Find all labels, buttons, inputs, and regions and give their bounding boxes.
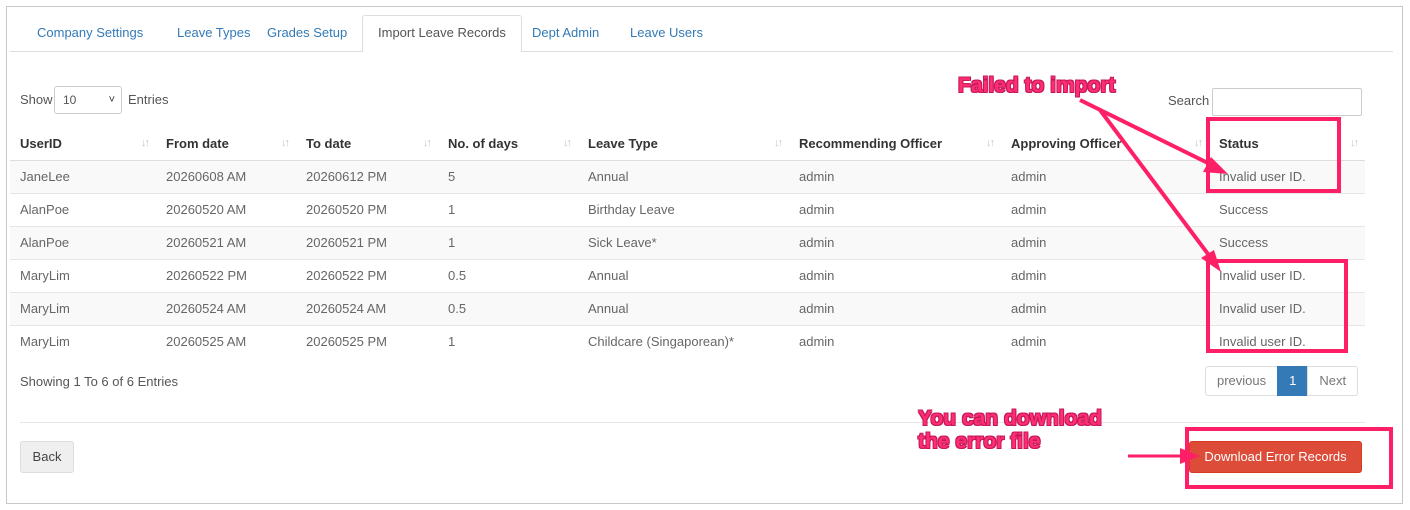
pagination-page-1[interactable]: 1 xyxy=(1277,366,1309,396)
col-header-from-date[interactable]: From date ↓↑ xyxy=(156,127,296,161)
cell-from-date: 20260524 AM xyxy=(156,291,296,325)
cell-leave-type: Sick Leave* xyxy=(578,225,789,259)
tab-leave-users[interactable]: Leave Users xyxy=(615,16,718,52)
pagination: previous 1 Next xyxy=(1205,366,1359,396)
tab-leave-types[interactable]: Leave Types xyxy=(162,16,265,52)
cell-approving: admin xyxy=(1001,324,1209,358)
col-header-leave-type[interactable]: Leave Type ↓↑ xyxy=(578,127,789,161)
sort-icon: ↓↑ xyxy=(141,137,150,149)
cell-leave-type: Childcare (Singaporean)* xyxy=(578,324,789,358)
cell-to-date: 20260520 PM xyxy=(296,192,438,226)
cell-from-date: 20260520 AM xyxy=(156,192,296,226)
import-results-panel: Show 10 ˅ Entries Search UserID ↓↑ From d… xyxy=(10,52,1393,492)
import-records-table: UserID ↓↑ From date ↓↑ To date ↓↑ No. of da… xyxy=(10,127,1365,358)
entries-label: Entries xyxy=(128,92,169,107)
sort-icon: ↓↑ xyxy=(986,137,995,149)
cell-userid: JaneLee xyxy=(10,159,156,193)
cell-approving: admin xyxy=(1001,258,1209,292)
back-button[interactable]: Back xyxy=(20,441,74,473)
table-row: JaneLee 20260608 AM 20260612 PM 5 Annual… xyxy=(10,159,1365,193)
cell-from-date: 20260525 AM xyxy=(156,324,296,358)
entries-value: 10 xyxy=(63,93,77,107)
sort-icon: ↓↑ xyxy=(774,137,783,149)
col-header-approving-officer[interactable]: Approving Officer ↓↑ xyxy=(1001,127,1209,161)
tab-import-leave-records[interactable]: Import Leave Records xyxy=(362,15,522,53)
cell-from-date: 20260522 PM xyxy=(156,258,296,292)
sort-icon: ↓↑ xyxy=(1350,137,1359,149)
search-input[interactable] xyxy=(1212,88,1362,116)
cell-leave-type: Birthday Leave xyxy=(578,192,789,226)
table-row: MaryLim 20260522 PM 20260522 PM 0.5 Annu… xyxy=(10,258,1365,292)
cell-leave-type: Annual xyxy=(578,291,789,325)
annotation-failed-to-import: Failed to import xyxy=(958,74,1116,97)
cell-approving: admin xyxy=(1001,225,1209,259)
col-header-to-date[interactable]: To date ↓↑ xyxy=(296,127,438,161)
tab-panel: Show 10 ˅ Entries Search UserID ↓↑ From d… xyxy=(10,52,1393,492)
cell-to-date: 20260612 PM xyxy=(296,159,438,193)
table-info: Showing 1 To 6 of 6 Entries xyxy=(20,374,179,389)
search-label: Search xyxy=(1168,93,1210,108)
annotation-download-line1: You can download xyxy=(918,407,1102,430)
cell-approving: admin xyxy=(1001,291,1209,325)
tab-dept-admin[interactable]: Dept Admin xyxy=(517,16,614,52)
cell-leave-type: Annual xyxy=(578,159,789,193)
cell-from-date: 20260521 AM xyxy=(156,225,296,259)
cell-userid: AlanPoe xyxy=(10,225,156,259)
table-row: AlanPoe 20260520 AM 20260520 PM 1 Birthd… xyxy=(10,192,1365,226)
divider xyxy=(20,422,1365,423)
cell-days: 1 xyxy=(438,225,578,259)
cell-userid: MaryLim xyxy=(10,324,156,358)
sort-icon: ↓↑ xyxy=(423,137,432,149)
entries-select[interactable]: 10 ˅ xyxy=(54,86,122,114)
col-header-recommending-officer[interactable]: Recommending Officer ↓↑ xyxy=(789,127,1001,161)
highlight-download-button xyxy=(1185,427,1393,489)
cell-leave-type: Annual xyxy=(578,258,789,292)
cell-recommending: admin xyxy=(789,324,1001,358)
cell-recommending: admin xyxy=(789,159,1001,193)
table-header-row: UserID ↓↑ From date ↓↑ To date ↓↑ No. of da… xyxy=(10,127,1365,161)
highlight-invalid-rows xyxy=(1206,259,1348,353)
table-row: MaryLim 20260524 AM 20260524 AM 0.5 Annu… xyxy=(10,291,1365,325)
cell-recommending: admin xyxy=(789,192,1001,226)
cell-to-date: 20260525 PM xyxy=(296,324,438,358)
sort-icon: ↓↑ xyxy=(563,137,572,149)
sort-icon: ↓↑ xyxy=(281,137,290,149)
highlight-status-header xyxy=(1206,117,1341,193)
table-row: AlanPoe 20260521 AM 20260521 PM 1 Sick L… xyxy=(10,225,1365,259)
pagination-next[interactable]: Next xyxy=(1307,366,1359,396)
table-row: MaryLim 20260525 AM 20260525 PM 1 Childc… xyxy=(10,324,1365,358)
cell-to-date: 20260521 PM xyxy=(296,225,438,259)
tab-grades-setup[interactable]: Grades Setup xyxy=(252,16,362,52)
cell-status: Success xyxy=(1209,192,1365,226)
cell-status: Success xyxy=(1209,225,1365,259)
cell-to-date: 20260522 PM xyxy=(296,258,438,292)
cell-userid: AlanPoe xyxy=(10,192,156,226)
cell-days: 0.5 xyxy=(438,291,578,325)
cell-approving: admin xyxy=(1001,192,1209,226)
col-header-userid[interactable]: UserID ↓↑ xyxy=(10,127,156,161)
settings-tabs: Company Settings Leave Types Grades Setu… xyxy=(10,10,1393,53)
cell-userid: MaryLim xyxy=(10,258,156,292)
cell-days: 1 xyxy=(438,192,578,226)
show-label: Show xyxy=(20,92,53,107)
cell-days: 1 xyxy=(438,324,578,358)
cell-recommending: admin xyxy=(789,291,1001,325)
cell-from-date: 20260608 AM xyxy=(156,159,296,193)
cell-days: 5 xyxy=(438,159,578,193)
sort-icon: ↓↑ xyxy=(1194,137,1203,149)
cell-days: 0.5 xyxy=(438,258,578,292)
chevron-down-icon: ˅ xyxy=(108,94,115,106)
col-header-no-of-days[interactable]: No. of days ↓↑ xyxy=(438,127,578,161)
cell-recommending: admin xyxy=(789,258,1001,292)
cell-recommending: admin xyxy=(789,225,1001,259)
cell-userid: MaryLim xyxy=(10,291,156,325)
annotation-download-line2: the error file xyxy=(918,430,1041,453)
pagination-previous[interactable]: previous xyxy=(1205,366,1279,396)
cell-to-date: 20260524 AM xyxy=(296,291,438,325)
cell-approving: admin xyxy=(1001,159,1209,193)
tab-company-settings[interactable]: Company Settings xyxy=(22,16,158,52)
